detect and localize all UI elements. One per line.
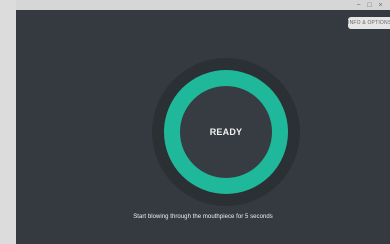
info-options-button[interactable]: INFO & OPTIONS bbox=[348, 17, 390, 29]
window-controls: − □ × bbox=[355, 1, 384, 9]
ready-progress-ring: READY bbox=[150, 56, 302, 208]
minimize-window-button[interactable]: − bbox=[355, 2, 362, 9]
screen: − □ × INFO & OPTIONS READY Start blowing… bbox=[0, 0, 390, 244]
title-bar: − □ × bbox=[16, 0, 390, 10]
status-label: READY bbox=[209, 127, 243, 137]
app-window: − □ × INFO & OPTIONS READY Start blowing… bbox=[16, 0, 390, 244]
maximize-window-button[interactable]: □ bbox=[366, 2, 373, 9]
close-window-button[interactable]: × bbox=[377, 2, 384, 9]
instruction-text: Start blowing through the mouthpiece for… bbox=[133, 214, 273, 220]
